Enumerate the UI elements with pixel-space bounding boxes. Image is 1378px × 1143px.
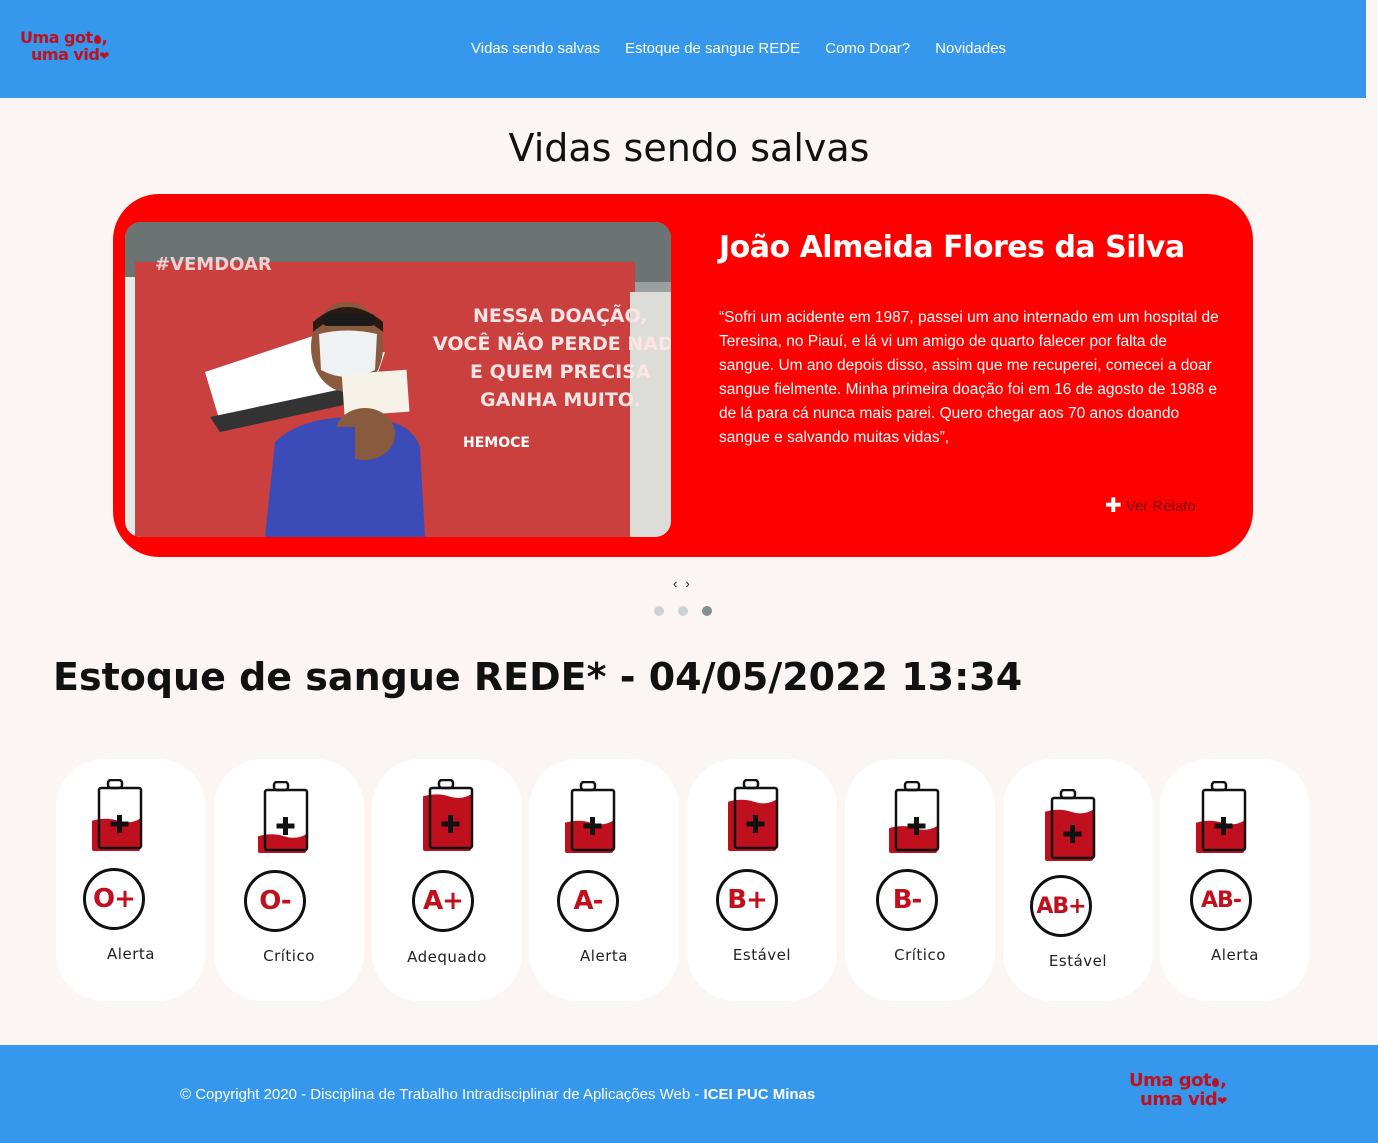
photo-wall-line-2: VOCÊ NÃO PERDE NADA. [433, 331, 671, 355]
logo-line-2: uma vid❤ [31, 44, 109, 64]
carousel-indicators [654, 606, 712, 616]
blood-status-label: Alerta [1211, 946, 1259, 964]
blood-type-card[interactable]: O- Crítico [214, 759, 364, 1001]
heart-icon: ❤ [1217, 1093, 1227, 1108]
blood-status-label: Crítico [263, 947, 315, 965]
blood-bag-icon [258, 781, 309, 853]
nav-link-novidades[interactable]: Novidades [935, 40, 1006, 57]
photo-wall-line-4: GANHA MUITO. [480, 389, 641, 411]
blood-type-card[interactable]: AB+ Estável [1003, 759, 1153, 1001]
blood-type-card[interactable]: A+ Adequado [372, 759, 522, 1001]
blood-type-card[interactable]: B- Crítico [845, 759, 995, 1001]
blood-bag-icon [728, 779, 779, 851]
carousel-arrows: ‹› [673, 576, 698, 591]
photo-wall-line-3: E QUEM PRECISA [470, 361, 651, 383]
carousel-prev-button[interactable]: ‹ [673, 576, 685, 591]
footer: © Copyright 2020 - Disciplina de Trabalh… [0, 1045, 1378, 1143]
blood-bag-icon [92, 779, 143, 851]
nav-link-estoque[interactable]: Estoque de sangue REDE [625, 40, 800, 57]
blood-type-label: A- [557, 870, 619, 932]
photo-brand: HEMOCE [463, 435, 530, 451]
blood-type-label: B+ [716, 869, 778, 931]
plus-icon: ✚ [1105, 495, 1122, 517]
blood-type-label: AB+ [1030, 875, 1092, 937]
main-nav: Vidas sendo salvas Estoque de sangue RED… [471, 40, 1006, 57]
blood-type-label: B- [876, 869, 938, 931]
blood-bag-icon [1045, 789, 1096, 861]
blood-type-card[interactable]: O+ Alerta [56, 759, 206, 1001]
blood-bag-icon [565, 781, 616, 853]
blood-type-card[interactable]: A- Alerta [529, 759, 679, 1001]
footer-logo[interactable]: Uma got, uma vid❤ [1129, 1070, 1227, 1110]
blood-type-label: O+ [83, 868, 145, 930]
blood-status-label: Adequado [407, 948, 487, 966]
blood-status-label: Alerta [580, 947, 628, 965]
blood-bag-icon [1196, 781, 1247, 853]
testimonial-quote: “Sofri um acidente em 1987, passei um an… [719, 309, 1219, 446]
site-logo[interactable]: Uma got, uma vid❤ [20, 29, 109, 64]
ver-relato-button[interactable]: ✚ Ver Relato [1105, 496, 1196, 516]
testimonials-title: Vidas sendo salvas [508, 126, 870, 170]
footer-logo-line-1: Uma got, [1129, 1070, 1227, 1091]
carousel-next-button[interactable]: › [685, 576, 697, 591]
blood-bag-icon [889, 781, 940, 853]
testimonial-name: João Almeida Flores da Silva [719, 230, 1185, 265]
nav-link-vidas[interactable]: Vidas sendo salvas [471, 40, 600, 57]
blood-type-label: A+ [412, 870, 474, 932]
drop-icon [1212, 1078, 1220, 1087]
carousel-dot-3[interactable] [702, 606, 712, 616]
testimonial-photo: #VEMDOAR NESSA DOAÇÃO, VOCÊ NÃO PERDE NA… [125, 222, 671, 537]
photo-wall-tag: #VEMDOAR [155, 254, 272, 275]
blood-bag-icon [423, 779, 474, 851]
nav-link-como-doar[interactable]: Como Doar? [825, 40, 910, 57]
heart-icon: ❤ [99, 48, 109, 63]
blood-status-label: Estável [732, 946, 792, 964]
blood-status-label: Crítico [894, 946, 946, 964]
footer-logo-line-2: uma vid❤ [1140, 1088, 1227, 1110]
photo-wall-line-1: NESSA DOAÇÃO, [473, 303, 647, 327]
blood-status-label: Estável [1048, 952, 1108, 970]
carousel-dot-2[interactable] [678, 606, 688, 616]
blood-type-label: AB- [1190, 869, 1252, 931]
carousel-dot-1[interactable] [654, 606, 664, 616]
blood-type-card[interactable]: AB- Alerta [1160, 759, 1310, 1001]
testimonial-card: #VEMDOAR NESSA DOAÇÃO, VOCÊ NÃO PERDE NA… [113, 194, 1253, 557]
stock-title: Estoque de sangue REDE* - 04/05/2022 13:… [53, 655, 1023, 699]
drop-icon [93, 35, 101, 44]
blood-status-label: Alerta [107, 945, 155, 963]
top-navbar: Uma got, uma vid❤ Vidas sendo salvas Est… [0, 0, 1366, 98]
footer-org: ICEI PUC Minas [703, 1086, 816, 1103]
blood-type-card[interactable]: B+ Estável [687, 759, 837, 1001]
ver-relato-label: Ver Relato [1125, 497, 1196, 515]
blood-type-label: O- [244, 870, 306, 932]
copyright-text: © Copyright 2020 - Disciplina de Trabalh… [180, 1086, 816, 1103]
